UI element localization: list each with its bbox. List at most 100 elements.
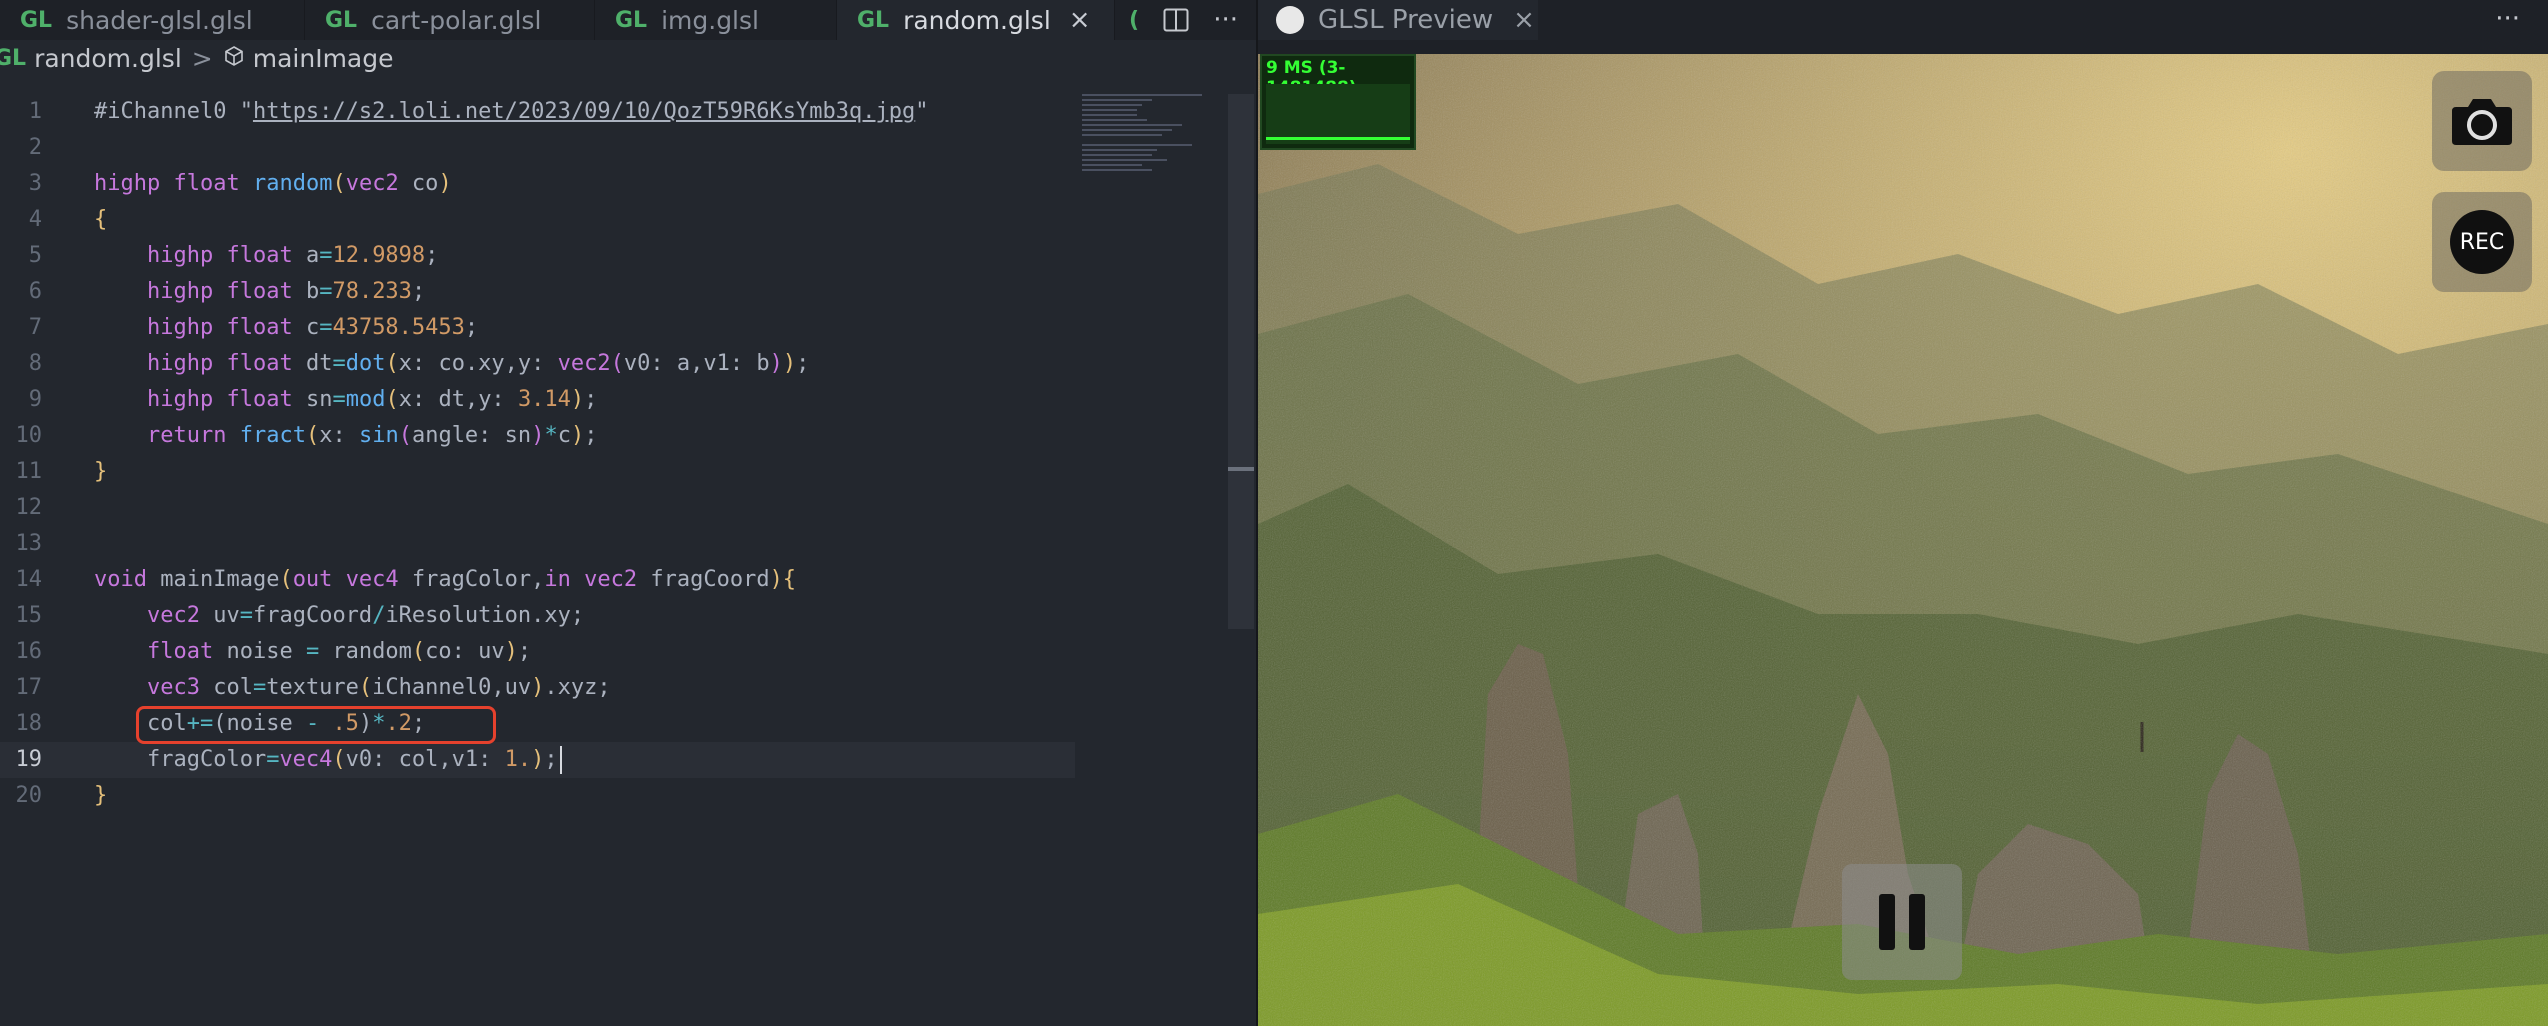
editor-pane: GL shader-glsl.glsl GL cart-polar.glsl G… <box>0 0 1256 1026</box>
tab-glsl-preview[interactable]: GLSL Preview × <box>1258 0 1538 40</box>
code-text: highp float b=78.233; <box>146 279 426 304</box>
line-number: 19 <box>15 747 43 772</box>
text-cursor <box>559 746 562 774</box>
breadcrumb: GL random.glsl > mainImage <box>0 40 1230 76</box>
code-line: 7 highp float c=43758.5453; <box>0 310 1075 346</box>
code-line: 13 <box>0 526 1075 562</box>
tab-img[interactable]: GL img.glsl <box>595 0 837 40</box>
code-text: } <box>94 459 108 484</box>
line-number: 3 <box>28 171 42 196</box>
code-text: highp float a=12.9898; <box>146 243 439 268</box>
code-line: 10 return fract(x: sin(angle: sn)*c); <box>0 418 1075 454</box>
breadcrumb-symbol[interactable]: mainImage <box>253 44 394 73</box>
line-number: 6 <box>28 279 42 304</box>
close-tab-icon[interactable]: × <box>1069 5 1091 35</box>
glsl-file-icon: ( <box>1129 7 1140 33</box>
line-number: 11 <box>15 459 43 484</box>
line-number: 12 <box>15 495 43 520</box>
line-number: 15 <box>15 603 43 628</box>
code-text: highp float sn=mod(x: dt,y: 3.14); <box>146 387 598 412</box>
preview-tabbar: GLSL Preview × ··· <box>1258 0 2548 54</box>
texture-url-link[interactable]: https://s2.loli.net/2023/09/10/QozT59R6K… <box>253 99 915 124</box>
code-text: highp float dt=dot(x: co.xy,y: vec2(v0: … <box>146 351 810 376</box>
line-number: 16 <box>15 639 43 664</box>
code-text: { <box>94 207 108 232</box>
line-number: 18 <box>15 711 43 736</box>
code-line: 2 <box>0 130 1075 166</box>
camera-icon <box>2452 99 2512 145</box>
editor-tabbar: GL shader-glsl.glsl GL cart-polar.glsl G… <box>0 0 1256 40</box>
code-line: 15 vec2 uv=fragCoord/iResolution.xy; <box>0 598 1075 634</box>
line-number: 1 <box>28 99 42 124</box>
code-line: 1 #iChannel0 "https://s2.loli.net/2023/09… <box>0 94 1075 130</box>
code-text: float noise = random(co: uv); <box>146 639 532 664</box>
code-text: #iChannel0 "https://s2.loli.net/2023/09/… <box>94 99 929 124</box>
tab-label: random.glsl <box>903 5 1051 35</box>
line-number: 13 <box>15 531 43 556</box>
line-number: 4 <box>28 207 42 232</box>
record-icon: REC <box>2450 210 2514 274</box>
code-line: 3 highp float random(vec2 co) <box>0 166 1075 202</box>
symbol-method-icon <box>223 44 245 73</box>
pause-button[interactable] <box>1842 864 1962 980</box>
pause-icon <box>1879 894 1895 950</box>
breadcrumb-file[interactable]: random.glsl <box>34 44 182 73</box>
glsl-preview-logo-icon <box>1276 6 1304 34</box>
more-actions-icon[interactable]: ··· <box>1213 5 1238 35</box>
code-line: 6 highp float b=78.233; <box>0 274 1075 310</box>
code-text: vec2 uv=fragCoord/iResolution.xy; <box>146 603 585 628</box>
code-line: 11} <box>0 454 1075 490</box>
glsl-file-icon: GL <box>325 7 358 33</box>
glsl-file-icon: GL <box>0 45 27 71</box>
annotation-highlight-box <box>136 706 496 744</box>
close-tab-icon[interactable]: × <box>1513 5 1535 35</box>
line-number: 17 <box>15 675 43 700</box>
shader-canvas[interactable]: 9 MS (3-1481488) REC <box>1258 54 2548 1026</box>
scrollbar-cursor-marker <box>1228 467 1254 471</box>
code-text: return fract(x: sin(angle: sn)*c); <box>146 423 598 448</box>
line-number: 9 <box>28 387 42 412</box>
code-line: 9 highp float sn=mod(x: dt,y: 3.14); <box>0 382 1075 418</box>
fps-stats-panel: 9 MS (3-1481488) <box>1260 54 1416 150</box>
editor-actions: ··· <box>1163 0 1238 40</box>
frame-time-graph <box>1266 84 1410 144</box>
tab-overflow[interactable]: ( <box>1115 0 1145 40</box>
glsl-file-icon: GL <box>615 7 648 33</box>
tab-cart-polar[interactable]: GL cart-polar.glsl <box>305 0 595 40</box>
breadcrumb-separator: > <box>191 43 213 73</box>
line-number: 10 <box>15 423 43 448</box>
code-line: 20} <box>0 778 1075 814</box>
tab-shader-glsl[interactable]: GL shader-glsl.glsl <box>0 0 305 40</box>
editor-scrollbar[interactable] <box>1228 94 1254 629</box>
code-line: 4{ <box>0 202 1075 238</box>
code-line: 14 void mainImage(out vec4 fragColor,in v… <box>0 562 1075 598</box>
code-line: 12 <box>0 490 1075 526</box>
code-line: 17 vec3 col=texture(iChannel0,uv).xyz; <box>0 670 1075 706</box>
code-text: fragColor=vec4(v0: col,v1: 1.); <box>94 742 562 778</box>
code-line: 8 highp float dt=dot(x: co.xy,y: vec2(v0… <box>0 346 1075 382</box>
glsl-file-icon: GL <box>857 7 890 33</box>
preview-pane: GLSL Preview × ··· 9 MS (3- REC <box>1258 0 2548 1026</box>
tab-label: cart-polar.glsl <box>371 5 542 35</box>
split-editor-icon[interactable] <box>1163 8 1189 32</box>
more-actions-icon[interactable]: ··· <box>2495 4 2520 34</box>
code-text: highp float c=43758.5453; <box>146 315 479 340</box>
code-text: vec3 col=texture(iChannel0,uv).xyz; <box>146 675 611 700</box>
code-text: } <box>94 783 108 808</box>
line-number: 2 <box>28 135 42 160</box>
code-line: 16 float noise = random(co: uv); <box>0 634 1075 670</box>
code-line-current: 19 fragColor=vec4(v0: col,v1: 1.); <box>0 742 1075 778</box>
preview-tab-label: GLSL Preview <box>1318 5 1494 35</box>
line-number: 5 <box>28 243 42 268</box>
line-number: 7 <box>28 315 42 340</box>
record-button[interactable]: REC <box>2432 192 2532 292</box>
code-text: highp float random(vec2 co) <box>94 171 452 196</box>
line-number: 8 <box>28 351 42 376</box>
line-number: 20 <box>15 783 43 808</box>
tab-random[interactable]: GL random.glsl × <box>837 0 1115 40</box>
glsl-file-icon: GL <box>20 7 53 33</box>
line-number: 14 <box>15 567 43 592</box>
tab-label: img.glsl <box>661 5 759 35</box>
screenshot-button[interactable] <box>2432 71 2532 171</box>
minimap[interactable] <box>1082 94 1232 194</box>
